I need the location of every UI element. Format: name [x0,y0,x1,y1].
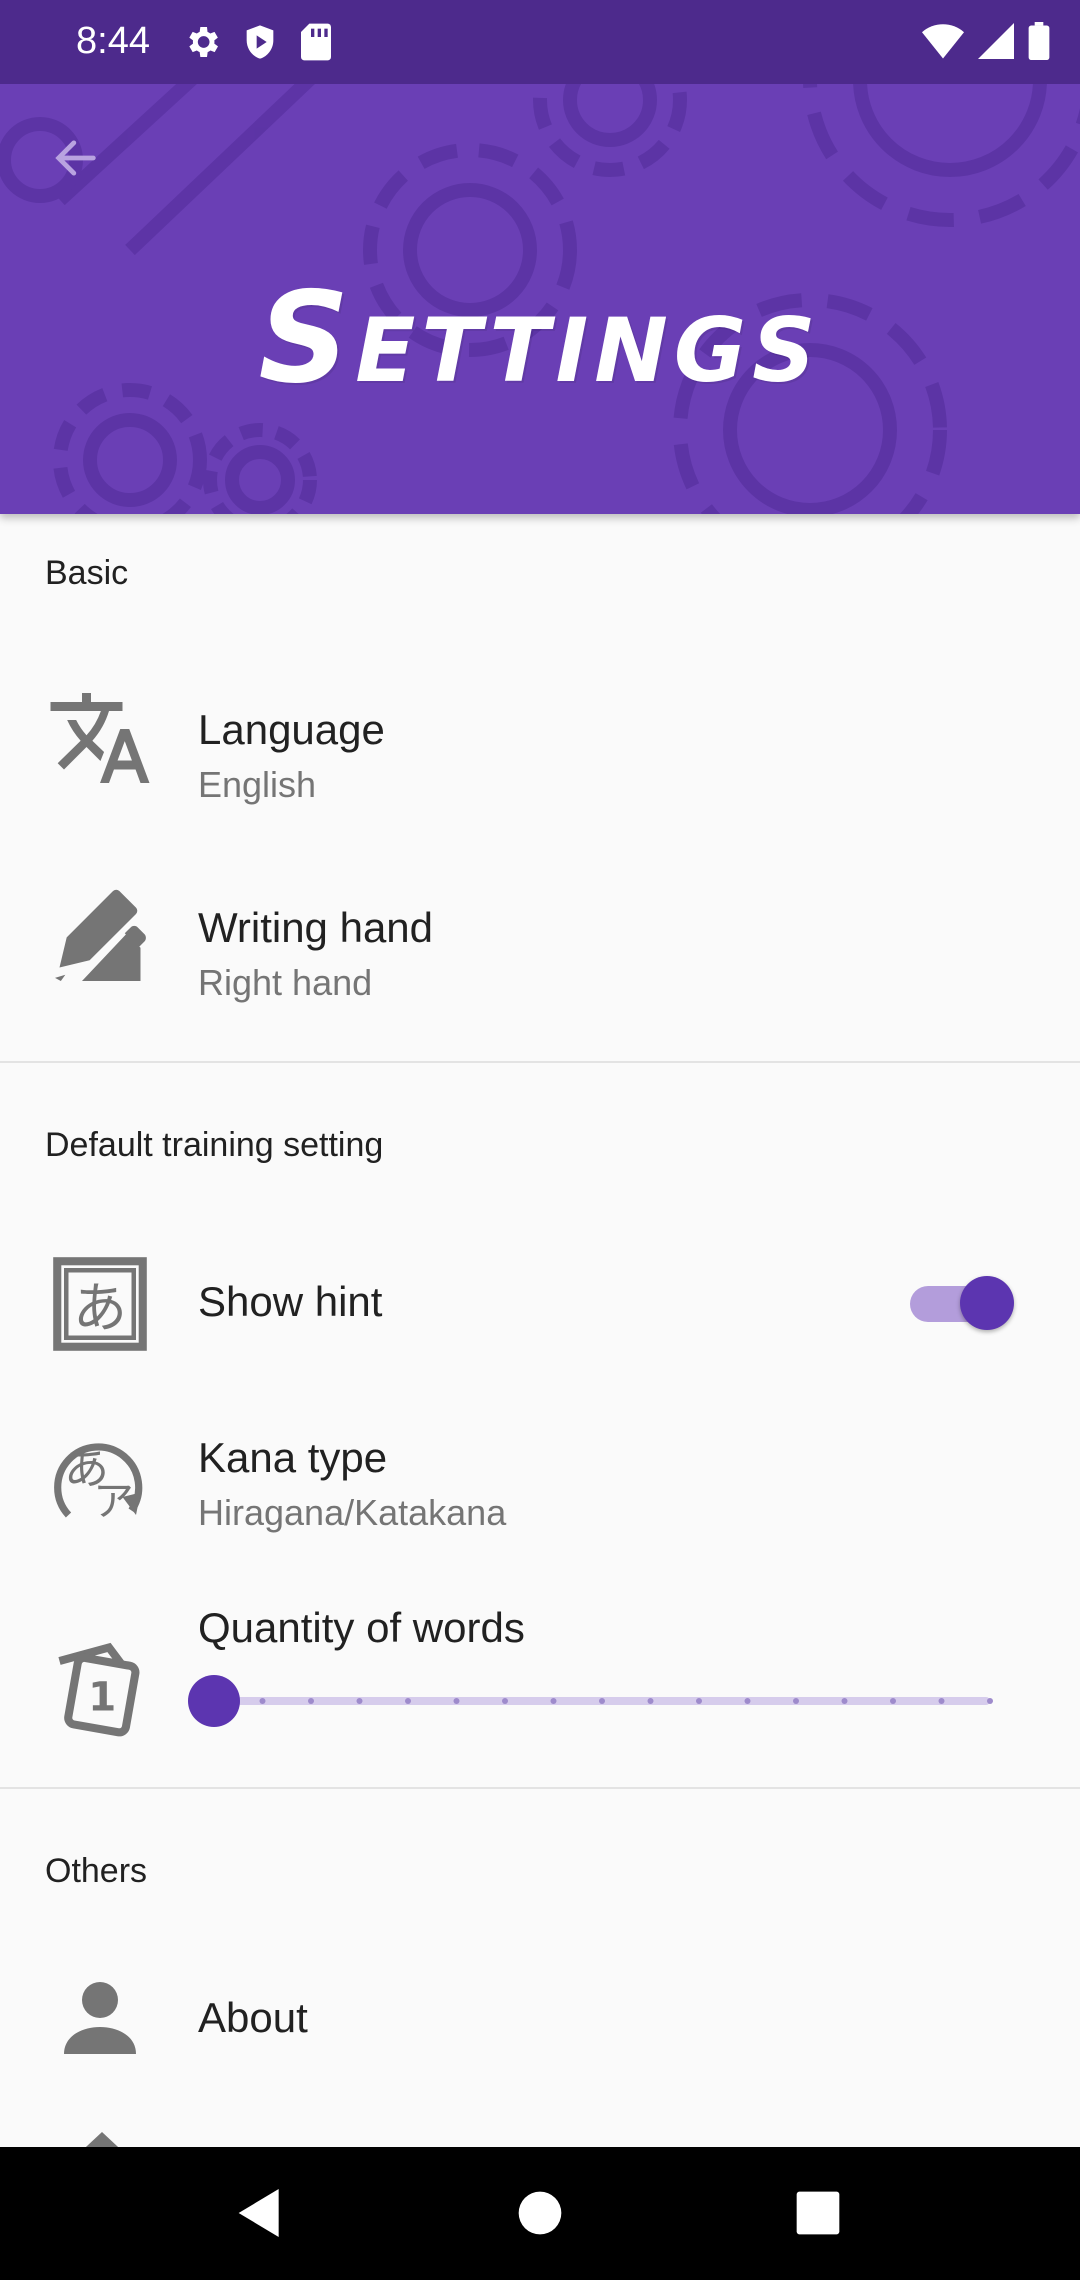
slider-tick [453,1698,460,1704]
slider-tick [938,1698,945,1704]
partial-next-item-icon [72,2130,132,2148]
slider-tick [793,1698,799,1704]
section-title-basic: Basic [45,554,129,592]
svg-text:あ: あ [73,1277,127,1340]
cards-number-icon: 1 [46,1634,154,1742]
quantity-slider[interactable] [186,1670,996,1730]
kana-type-setting[interactable]: あア Kana type Hiragana/Katakana [0,1404,1080,1574]
person-icon [46,1964,154,2072]
quantity-setting: 1 Quantity of words [0,1584,1080,1774]
language-title: Language [198,706,385,753]
status-time: 8:44 [76,20,150,62]
show-hint-toggle[interactable] [910,1276,1014,1330]
language-setting[interactable]: Language English [0,654,1080,844]
slider-tick [502,1698,508,1704]
slider-tick [550,1698,557,1704]
sd-card-icon [298,22,334,62]
slider-tick [356,1698,363,1704]
signal-icon [978,23,1014,59]
writing-hand-setting[interactable]: Writing hand Right hand [0,854,1080,1044]
quantity-title: Quantity of words [198,1604,525,1651]
section-title-training: Default training setting [45,1126,384,1164]
writing-hand-value: Right hand [198,962,373,1003]
translate-icon [46,684,154,792]
slider-thumb[interactable] [188,1675,240,1727]
slider-tick [744,1698,751,1704]
slider-tick [405,1698,411,1704]
navigation-bar [0,2147,1080,2280]
toggle-thumb [960,1276,1014,1330]
about-setting[interactable]: About [0,1934,1080,2124]
square-recents-icon[interactable] [786,2181,850,2245]
slider-tick [308,1698,314,1704]
triangle-back-icon[interactable] [228,2181,292,2245]
kana-icon: あア [46,1434,154,1542]
status-icons-right [922,22,1050,60]
divider [0,1787,1080,1789]
svg-text:1: 1 [88,1673,116,1721]
gear-icon [182,22,222,62]
slider-tick [259,1698,266,1704]
page-title: Settings [258,264,822,411]
header: Settings [0,84,1080,514]
show-hint-title: Show hint [198,1278,383,1325]
circle-home-icon[interactable] [508,2181,572,2245]
writing-hand-title: Writing hand [198,904,434,951]
signature-icon [46,882,154,990]
slider-tick [599,1698,605,1704]
hiragana-box-icon: あ [46,1250,154,1358]
status-bar: 8:44 [0,0,1080,84]
show-hint-setting[interactable]: あ Show hint [0,1214,1080,1394]
about-title: About [198,1994,308,2041]
status-icons-left [182,22,334,62]
slider-tick [696,1698,702,1704]
slider-tick [987,1698,993,1704]
divider [0,1061,1080,1063]
back-button[interactable] [40,124,112,196]
arrow-left-icon [50,132,102,189]
section-title-others: Others [45,1852,148,1890]
battery-icon [1028,22,1050,60]
slider-tick [647,1698,654,1704]
language-value: English [198,764,317,805]
slider-tick [841,1698,848,1704]
kana-type-title: Kana type [198,1434,388,1481]
kana-type-value: Hiragana/Katakana [198,1492,507,1533]
wifi-icon [922,23,964,59]
shield-icon [240,22,280,62]
slider-tick [890,1698,896,1704]
